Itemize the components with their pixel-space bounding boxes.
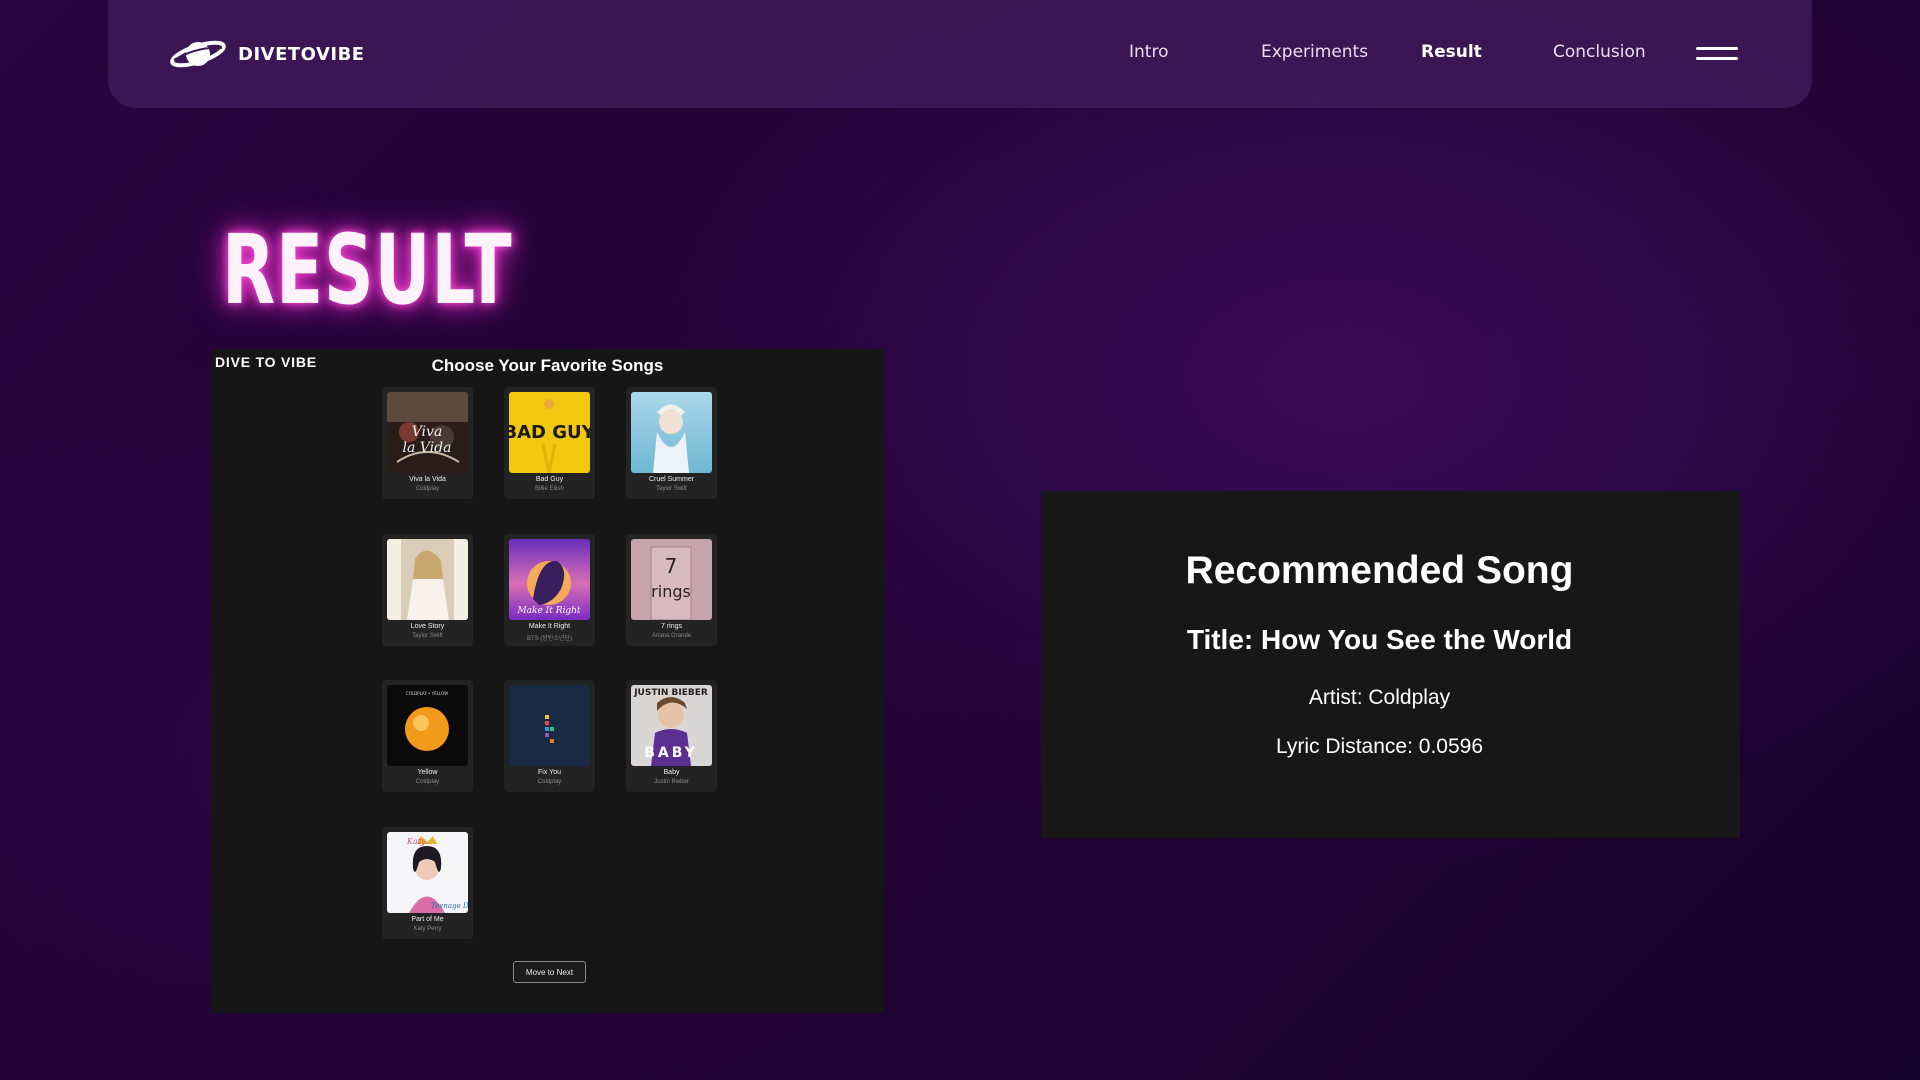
song-title: Love Story [410,623,445,630]
planet-logo-icon [170,40,226,68]
top-navbar: DIVETOVIBE Intro Experiments Result Conc… [108,0,1812,108]
recommendation-panel: Recommended Song Title: How You See the … [1041,491,1740,838]
album-art-make-it-right: Make It Right [509,539,590,620]
album-art-fix-you [509,685,590,766]
album-art-cruel-summer [631,392,712,473]
nav-link-conclusion[interactable]: Conclusion [1553,42,1646,62]
nav-link-intro[interactable]: Intro [1129,42,1168,62]
album-art-love-story [387,539,468,620]
song-title: Fix You [538,769,561,776]
svg-text:rings: rings [651,582,691,601]
svg-text:la Vida: la Vida [403,440,452,456]
album-art-part-of-me: Katy Teenage Dream [387,832,468,913]
song-card-7-rings[interactable]: 7 rings 7 rings Ariana Grande [626,534,717,646]
song-card-make-it-right[interactable]: Make It Right Make It Right BTS (방탄소년단) [504,534,595,646]
lyric-distance: Lyric Distance: 0.0596 [1276,735,1483,758]
svg-text:7: 7 [665,554,678,578]
song-artist: Justin Bieber [654,779,689,785]
song-title: Cruel Summer [648,476,695,483]
album-art-7-rings: 7 rings [631,539,712,620]
svg-text:Teenage Dream: Teenage Dream [431,902,468,910]
song-artist: Katy Perry [413,926,442,932]
recommendation-heading: Recommended Song [1185,549,1574,592]
recommended-song-artist: Artist: Coldplay [1308,686,1451,709]
song-title: Bad Guy [535,476,564,483]
nav-link-result[interactable]: Result [1421,42,1482,62]
nav-link-experiments[interactable]: Experiments [1261,42,1368,62]
song-artist: Coldplay [537,779,562,785]
song-title: Make It Right [528,623,571,630]
song-card-yellow[interactable]: COLDPLAY • YELLOW Yellow Coldplay [382,680,473,792]
song-title: 7 rings [660,623,682,630]
brand-logo[interactable]: DIVETOVIBE [168,34,365,74]
song-title: Yellow [417,769,438,776]
song-title: Viva la Vida [409,476,446,483]
album-art-yellow: COLDPLAY • YELLOW [387,685,468,766]
song-artist: Coldplay [415,486,440,492]
svg-text:BAD GUY: BAD GUY [509,422,590,443]
song-card-bad-guy[interactable]: BAD GUY Bad Guy Billie Eilish [504,387,595,499]
song-title: Part of Me [411,916,444,923]
song-artist: Taylor Swift [412,633,443,639]
svg-text:COLDPLAY • YELLOW: COLDPLAY • YELLOW [406,691,448,696]
song-card-fix-you[interactable]: Fix You Coldplay [504,680,595,792]
song-picker-heading: Choose Your Favorite Songs [431,356,664,375]
move-to-next-button[interactable]: Move to Next [513,961,586,983]
song-card-love-story[interactable]: Love Story Taylor Swift [382,534,473,646]
hamburger-menu-icon[interactable] [1696,47,1738,61]
svg-text:JUSTIN BIEBER: JUSTIN BIEBER [633,688,708,698]
song-artist: Ariana Grande [651,633,692,639]
brand-name: DIVETOVIBE [238,43,365,65]
song-artist: BTS (방탄소년단) [527,636,572,642]
svg-text:Make It Right: Make It Right [516,606,580,616]
song-card-baby[interactable]: JUSTIN BIEBER BABY Baby Justin Bieber [626,680,717,792]
song-card-viva-la-vida[interactable]: Viva la Vida Viva la Vida Coldplay [382,387,473,499]
svg-text:BABY: BABY [644,745,698,761]
album-art-viva-la-vida: Viva la Vida [387,392,468,473]
song-card-part-of-me[interactable]: Katy Teenage Dream Part of Me Katy Perry [382,827,473,939]
recommended-song-title: Title: How You See the World [1186,624,1573,655]
svg-text:Katy: Katy [406,837,426,846]
song-card-cruel-summer[interactable]: Cruel Summer Taylor Swift [626,387,717,499]
svg-text:Viva: Viva [412,424,443,440]
song-artist: Coldplay [415,779,440,785]
song-title: Baby [663,769,680,776]
song-artist: Taylor Swift [656,486,687,492]
album-art-baby: JUSTIN BIEBER BABY [631,685,712,766]
album-art-bad-guy: BAD GUY [509,392,590,473]
song-picker-panel: DIVE TO VIBE Choose Your Favorite Songs … [211,349,884,1013]
song-artist: Billie Eilish [535,486,564,492]
page-title: RESULT [222,214,513,326]
